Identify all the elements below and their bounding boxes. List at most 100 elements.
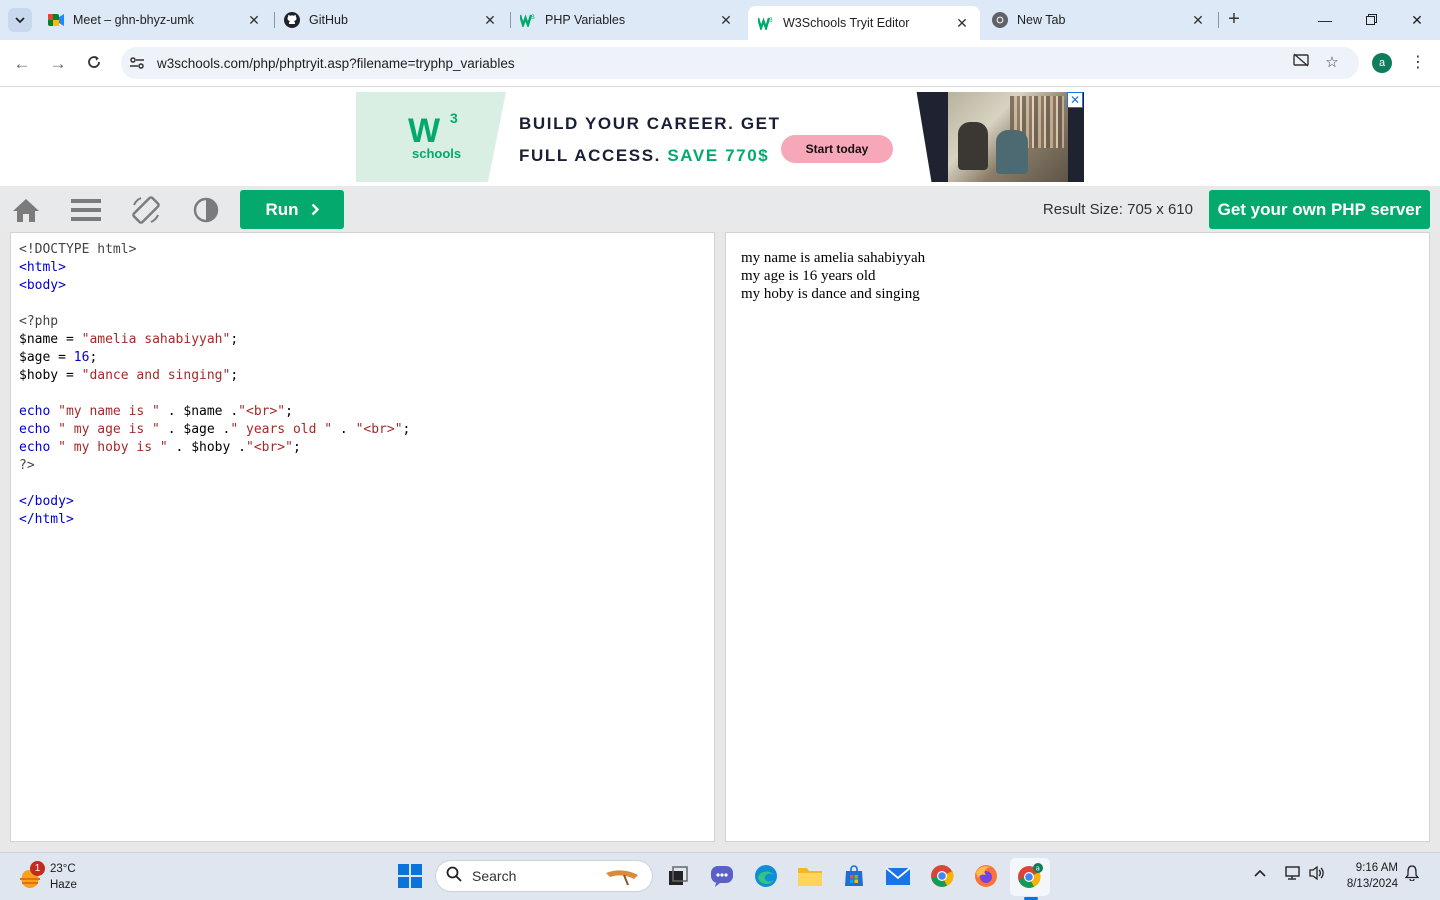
result-line: my name is amelia sahabiyyah <box>741 250 926 266</box>
code-line[interactable]: </body> <box>19 493 714 511</box>
search-label: Search <box>472 868 517 884</box>
site-info-icon[interactable] <box>125 51 149 75</box>
tab-close-icon[interactable]: ✕ <box>482 12 498 28</box>
code-line[interactable]: </html> <box>19 511 714 529</box>
result-line: my age is 16 years old <box>741 268 876 284</box>
mail-icon[interactable] <box>885 863 911 889</box>
ad-headline: BUILD YOUR CAREER. GET FULL ACCESS. SAVE… <box>519 114 781 165</box>
w3schools-icon: 3 <box>758 15 774 31</box>
weather-temp: 23°C <box>50 863 76 875</box>
system-clock[interactable]: 9:16 AM 8/13/2024 <box>1340 860 1398 892</box>
code-line[interactable]: echo " my age is " . $age ." years old "… <box>19 421 714 439</box>
tab-close-icon[interactable]: ✕ <box>246 12 262 28</box>
edge-icon[interactable] <box>753 863 779 889</box>
w3schools-icon: 3 <box>520 12 536 28</box>
notification-bell-icon[interactable] <box>1404 865 1420 884</box>
firefox-icon[interactable] <box>973 863 999 889</box>
ad-banner[interactable]: W 3 schools BUILD YOUR CAREER. GET FULL … <box>356 92 1084 182</box>
tab-new-tab[interactable]: New Tab ✕ <box>984 6 1216 34</box>
code-line[interactable]: <html> <box>19 259 714 277</box>
restore-icon <box>1365 14 1377 25</box>
arrow-left-icon: ← <box>13 54 31 73</box>
code-content[interactable]: <!DOCTYPE html> <html> <body> <?php $name = … <box>19 241 714 529</box>
ad-start-today-button[interactable]: Start today <box>781 135 893 163</box>
tracking-protection-icon[interactable] <box>1289 51 1313 75</box>
reload-button[interactable] <box>82 52 106 76</box>
chat-icon[interactable] <box>709 863 735 889</box>
code-line[interactable] <box>19 295 714 313</box>
code-token: $hoby = <box>19 368 82 383</box>
code-line[interactable]: <?php <box>19 313 714 331</box>
code-line[interactable]: <body> <box>19 277 714 295</box>
code-line[interactable]: echo "my name is " . $name ."<br>"; <box>19 403 714 421</box>
close-window-button[interactable]: ✕ <box>1402 8 1432 32</box>
tab-close-icon[interactable]: ✕ <box>718 12 734 28</box>
w3schools-logo: W 3 schools <box>408 110 462 161</box>
google-meet-icon <box>48 12 64 28</box>
dark-mode-icon[interactable] <box>190 194 222 226</box>
tab-search-button[interactable] <box>8 8 32 32</box>
code-token: ; <box>230 368 239 383</box>
forward-button[interactable]: → <box>46 52 70 76</box>
volume-icon[interactable] <box>1308 865 1326 884</box>
code-token: </body> <box>19 494 74 509</box>
minimize-button[interactable]: — <box>1310 8 1340 32</box>
tab-meet[interactable]: Meet – ghn-bhyz-umk ✕ <box>40 6 272 34</box>
tab-title: Meet – ghn-bhyz-umk <box>73 13 194 27</box>
chrome-profile-icon[interactable]: a <box>1017 863 1043 889</box>
taskbar: 1 23°C Haze Search a 9:16 AM 8/13/2024 <box>0 852 1440 900</box>
code-token: echo <box>19 440 51 455</box>
code-line[interactable]: $age = 16; <box>19 349 714 367</box>
start-button[interactable] <box>398 864 422 888</box>
github-icon <box>284 12 300 28</box>
search-highlight-icon <box>606 870 638 886</box>
tab-close-icon[interactable]: ✕ <box>954 15 970 31</box>
back-button[interactable]: ← <box>10 52 34 76</box>
get-php-server-button[interactable]: Get your own PHP server <box>1209 190 1430 229</box>
address-bar[interactable]: w3schools.com/php/phptryit.asp?filename=… <box>121 47 1359 79</box>
weather-widget[interactable]: 1 23°C Haze <box>18 861 77 893</box>
ad-close-icon[interactable]: ✕ <box>1067 92 1083 108</box>
code-line[interactable] <box>19 475 714 493</box>
tab-w3schools-tryit[interactable]: 3 W3Schools Tryit Editor ✕ <box>748 6 980 40</box>
chevron-right-icon <box>311 203 319 216</box>
taskbar-search[interactable]: Search <box>435 860 653 892</box>
code-line[interactable]: $name = "amelia sahabiyyah"; <box>19 331 714 349</box>
rotate-orientation-icon[interactable] <box>130 194 162 226</box>
chevron-up-icon[interactable] <box>1254 865 1266 881</box>
task-view-icon[interactable] <box>665 863 691 889</box>
close-icon: ✕ <box>1411 12 1423 28</box>
tab-title: PHP Variables <box>545 13 626 27</box>
code-token: <!DOCTYPE html> <box>19 242 137 257</box>
tab-close-icon[interactable]: ✕ <box>1190 12 1206 28</box>
restore-button[interactable] <box>1356 8 1386 32</box>
code-line[interactable]: echo " my hoby is " . $hoby ."<br>"; <box>19 439 714 457</box>
code-token: </html> <box>19 512 74 527</box>
file-explorer-icon[interactable] <box>797 863 823 889</box>
code-editor[interactable]: <!DOCTYPE html> <html> <body> <?php $name = … <box>10 232 715 842</box>
result-line: my hoby is dance and singing <box>741 286 920 302</box>
run-button[interactable]: Run <box>240 190 344 229</box>
code-line[interactable]: ?> <box>19 457 714 475</box>
result-size-label: Result Size: 705 x 610 <box>1042 201 1193 218</box>
network-icon[interactable] <box>1284 865 1302 884</box>
tab-title: GitHub <box>309 13 348 27</box>
svg-text:3: 3 <box>769 17 773 24</box>
code-token: "my name is " <box>58 404 160 419</box>
chrome-icon[interactable] <box>929 863 955 889</box>
bookmark-star-icon[interactable]: ☆ <box>1320 51 1344 75</box>
home-icon[interactable] <box>10 194 42 226</box>
tab-github[interactable]: GitHub ✕ <box>276 6 508 34</box>
menu-icon[interactable] <box>70 194 102 226</box>
code-line[interactable]: <!DOCTYPE html> <box>19 241 714 259</box>
code-token: . <box>332 422 356 437</box>
code-line[interactable]: $hoby = "dance and singing"; <box>19 367 714 385</box>
microsoft-store-icon[interactable] <box>841 863 867 889</box>
weather-badge: 1 <box>30 861 45 876</box>
tab-php-variables[interactable]: 3 PHP Variables ✕ <box>512 6 744 34</box>
browser-menu-icon[interactable]: ⋮ <box>1408 51 1428 75</box>
new-tab-button[interactable]: + <box>1222 8 1246 32</box>
profile-avatar[interactable]: a <box>1372 53 1392 73</box>
code-line[interactable] <box>19 385 714 403</box>
